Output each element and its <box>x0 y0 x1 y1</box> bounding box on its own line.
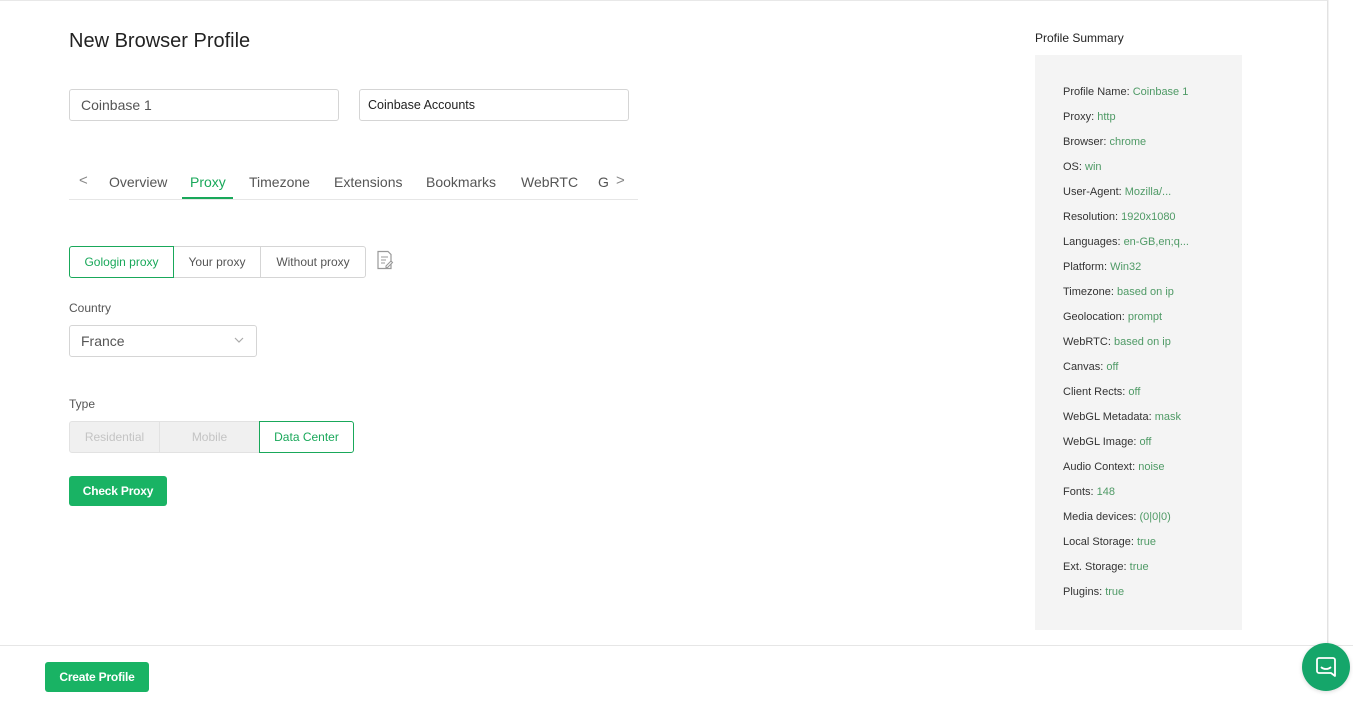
chevron-down-icon <box>234 337 244 343</box>
summary-value: chrome <box>1109 136 1147 148</box>
scrollbar-track <box>1329 0 1353 645</box>
check-proxy-button[interactable]: Check Proxy <box>69 476 167 506</box>
summary-value: based on ip <box>1117 286 1174 298</box>
proxy-type-selector: Residential Mobile Data Center <box>69 421 354 453</box>
tab-bookmarks[interactable]: Bookmarks <box>426 174 496 190</box>
summary-key: WebRTC: <box>1063 336 1111 348</box>
your-proxy-button[interactable]: Your proxy <box>173 246 261 278</box>
summary-key: Profile Name: <box>1063 86 1130 98</box>
summary-row: Browser: chrome <box>1063 136 1146 148</box>
summary-value: true <box>1137 536 1156 548</box>
summary-value: Win32 <box>1110 261 1142 273</box>
summary-value: Coinbase 1 <box>1132 86 1189 98</box>
summary-value: mask <box>1154 411 1182 423</box>
summary-title: Profile Summary <box>1035 31 1124 45</box>
summary-row: Geolocation: prompt <box>1063 311 1162 323</box>
mobile-type-button: Mobile <box>159 421 260 453</box>
residential-type-button: Residential <box>69 421 160 453</box>
summary-value: 148 <box>1096 486 1115 498</box>
active-tab-indicator <box>182 197 233 199</box>
summary-value: http <box>1097 111 1116 123</box>
summary-value: (0|0|0) <box>1139 511 1171 523</box>
profile-summary: Profile Name: Coinbase 1 Proxy: http Bro… <box>1035 55 1242 630</box>
summary-row: WebGL Image: off <box>1063 436 1151 448</box>
summary-row: Timezone: based on ip <box>1063 286 1174 298</box>
summary-key: Audio Context: <box>1063 461 1136 473</box>
chat-launcher-button[interactable] <box>1302 643 1350 691</box>
summary-key: Geolocation: <box>1063 311 1125 323</box>
summary-key: Proxy: <box>1063 111 1095 123</box>
summary-key: OS: <box>1063 161 1082 173</box>
proxy-mode-selector: Gologin proxy Your proxy Without proxy <box>69 246 366 278</box>
summary-value: off <box>1128 386 1141 398</box>
without-proxy-button[interactable]: Without proxy <box>260 246 366 278</box>
summary-value: noise <box>1138 461 1165 473</box>
tab-timezone[interactable]: Timezone <box>249 174 310 190</box>
tabs-scroll-left-icon[interactable]: < <box>79 172 88 189</box>
tabs-scroll-right-icon[interactable]: > <box>616 172 625 189</box>
summary-key: Browser: <box>1063 136 1107 148</box>
gologin-proxy-button[interactable]: Gologin proxy <box>69 246 174 278</box>
summary-row: Platform: Win32 <box>1063 261 1141 273</box>
summary-value: 1920x1080 <box>1121 211 1176 223</box>
data-center-type-button[interactable]: Data Center <box>259 421 354 453</box>
tab-geolocation[interactable]: G <box>598 174 609 190</box>
summary-row: Client Rects: off <box>1063 386 1140 398</box>
tab-bar: < Overview Proxy Timezone Extensions Boo… <box>69 168 638 200</box>
summary-value: win <box>1085 161 1102 173</box>
country-label: Country <box>69 301 112 315</box>
summary-key: WebGL Image: <box>1063 436 1137 448</box>
edit-note-icon[interactable] <box>376 250 394 270</box>
summary-row: Audio Context: noise <box>1063 461 1165 473</box>
summary-value: off <box>1139 436 1152 448</box>
summary-key: Languages: <box>1063 236 1121 248</box>
summary-row: Ext. Storage: true <box>1063 561 1149 573</box>
summary-row: User-Agent: Mozilla/... <box>1063 186 1171 198</box>
summary-value: true <box>1129 561 1149 573</box>
country-select[interactable]: France <box>69 325 257 357</box>
summary-row: Local Storage: true <box>1063 536 1156 548</box>
tab-extensions[interactable]: Extensions <box>334 174 402 190</box>
summary-row: Resolution: 1920x1080 <box>1063 211 1176 223</box>
summary-row: Fonts: 148 <box>1063 486 1115 498</box>
chat-icon <box>1316 657 1336 677</box>
folder-input[interactable] <box>359 89 629 121</box>
summary-value: Mozilla/... <box>1124 186 1172 198</box>
summary-row: Plugins: true <box>1063 586 1124 598</box>
summary-value: prompt <box>1127 311 1163 323</box>
summary-key: Canvas: <box>1063 361 1104 373</box>
summary-key: WebGL Metadata: <box>1063 411 1152 423</box>
summary-row: Canvas: off <box>1063 361 1118 373</box>
summary-key: Local Storage: <box>1063 536 1134 548</box>
tab-proxy[interactable]: Proxy <box>190 174 226 190</box>
summary-key: Resolution: <box>1063 211 1119 223</box>
create-profile-button[interactable]: Create Profile <box>45 662 149 692</box>
summary-key: Ext. Storage: <box>1063 561 1127 573</box>
summary-key: User-Agent: <box>1063 186 1122 198</box>
summary-row: Proxy: http <box>1063 111 1116 123</box>
tab-webrtc[interactable]: WebRTC <box>521 174 578 190</box>
summary-row: Languages: en-GB,en;q... <box>1063 236 1189 248</box>
summary-key: Media devices: <box>1063 511 1137 523</box>
summary-value: based on ip <box>1113 336 1171 348</box>
summary-row: Profile Name: Coinbase 1 <box>1063 86 1188 98</box>
summary-key: Timezone: <box>1063 286 1114 298</box>
summary-value: en-GB,en;q... <box>1123 236 1189 248</box>
summary-row: Media devices: (0|0|0) <box>1063 511 1171 523</box>
summary-row: OS: win <box>1063 161 1102 173</box>
summary-key: Client Rects: <box>1063 386 1126 398</box>
summary-key: Fonts: <box>1063 486 1094 498</box>
type-label: Type <box>69 397 96 411</box>
profile-name-input[interactable] <box>69 89 339 121</box>
summary-value: off <box>1106 361 1119 373</box>
summary-value: true <box>1105 586 1125 598</box>
summary-key: Plugins: <box>1063 586 1103 598</box>
summary-key: Platform: <box>1063 261 1108 273</box>
page-title: New Browser Profile <box>69 30 251 52</box>
footer-bar <box>0 645 1353 701</box>
country-value: France <box>81 333 125 349</box>
tab-overview[interactable]: Overview <box>109 174 167 190</box>
summary-row: WebRTC: based on ip <box>1063 336 1171 348</box>
summary-row: WebGL Metadata: mask <box>1063 411 1181 423</box>
